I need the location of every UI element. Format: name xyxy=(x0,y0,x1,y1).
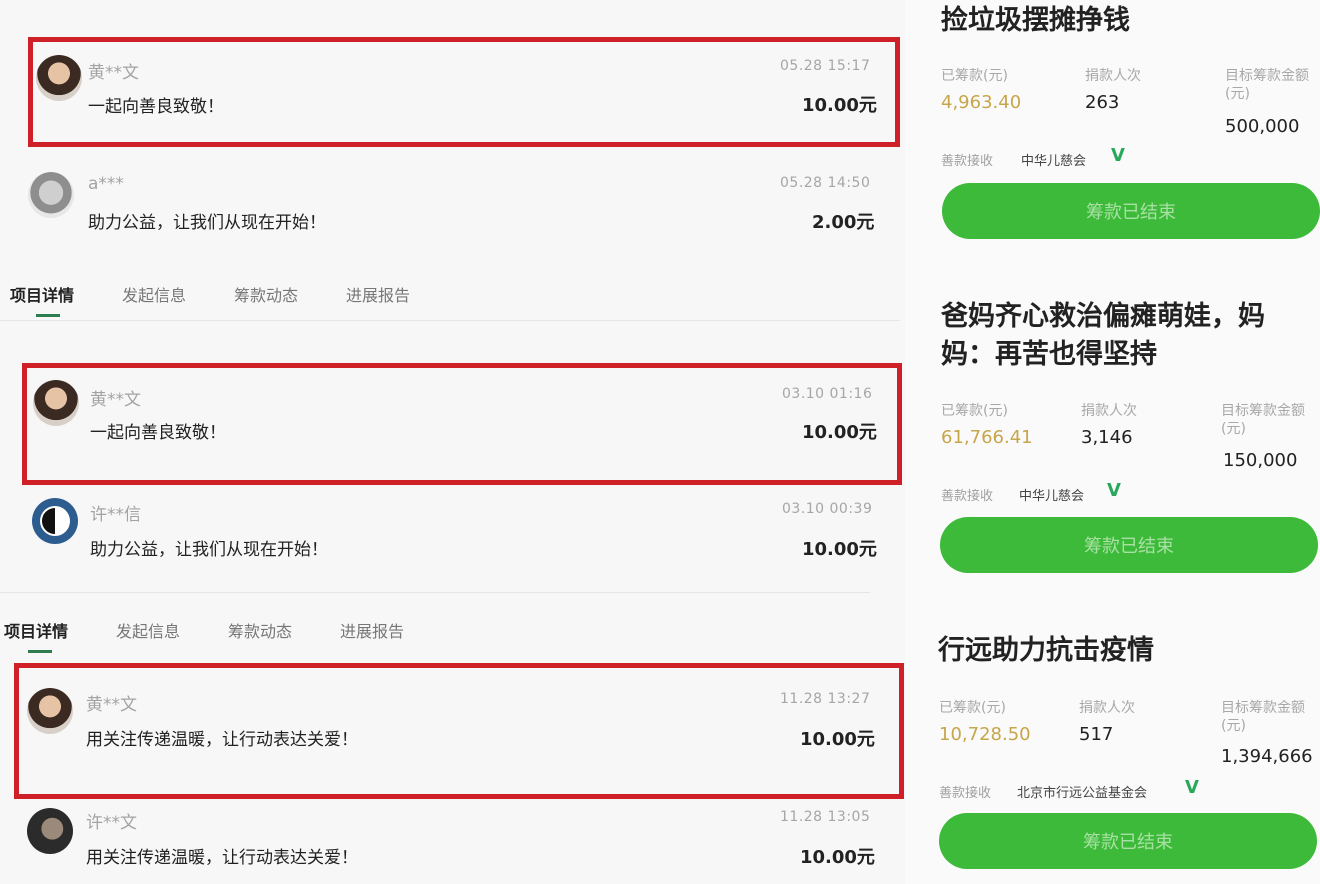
donors-label: 捐款人次 xyxy=(1081,403,1137,419)
project-title: 爸妈齐心救治偏瘫萌娃，妈妈：再苦也得坚持 xyxy=(941,301,1265,370)
donors-label: 捐款人次 xyxy=(1079,700,1135,716)
donation-message: 助力公益，让我们从现在开始！ xyxy=(90,540,328,560)
donation-amount: 2.00元 xyxy=(812,212,875,233)
active-tab-indicator xyxy=(36,314,60,317)
target-amount: 1,394,666 xyxy=(1221,746,1313,767)
donor-count: 3,146 xyxy=(1081,427,1133,448)
donation-time: 05.28 15:17 xyxy=(780,58,871,74)
fundraising-ended-button[interactable]: 筹款已结束 xyxy=(940,517,1318,573)
donor-avatar xyxy=(27,688,73,734)
project-tabs: 项目详情 发起信息 筹款动态 进展报告 xyxy=(0,280,900,320)
donors-label: 捐款人次 xyxy=(1085,68,1141,84)
donation-amount: 10.00元 xyxy=(802,422,877,443)
donation-time: 11.28 13:05 xyxy=(780,809,871,825)
donation-amount: 10.00元 xyxy=(802,95,877,116)
raised-amount: 4,963.40 xyxy=(941,92,1022,113)
target-label: 目标筹款金额(元) xyxy=(1221,403,1305,437)
donor-avatar xyxy=(33,380,79,426)
fundraising-ended-button[interactable]: 筹款已结束 xyxy=(942,183,1320,239)
raised-amount: 10,728.50 xyxy=(939,724,1031,745)
tab-initiator-info[interactable]: 发起信息 xyxy=(122,282,186,306)
tab-progress-report[interactable]: 进展报告 xyxy=(340,618,404,642)
donor-avatar xyxy=(36,55,82,101)
donor-name: 黄**文 xyxy=(88,63,139,83)
donor-name: 许**文 xyxy=(86,813,137,833)
project-tabs: 项目详情 发起信息 筹款动态 进展报告 xyxy=(0,616,900,656)
verified-icon: V xyxy=(1111,145,1125,166)
donor-name: 许**信 xyxy=(90,505,141,525)
verified-icon: V xyxy=(1185,777,1199,798)
project-title: 捡垃圾摆摊挣钱 xyxy=(941,5,1130,36)
project-title: 行远助力抗击疫情 xyxy=(938,635,1154,666)
donation-time: 03.10 00:39 xyxy=(782,501,873,517)
tab-fundraising-updates[interactable]: 筹款动态 xyxy=(234,282,298,306)
divider xyxy=(0,320,900,321)
active-tab-indicator xyxy=(28,650,52,653)
donation-message: 助力公益，让我们从现在开始！ xyxy=(88,213,326,233)
org-label: 善款接收 xyxy=(939,786,992,801)
org-name: 中华儿慈会 xyxy=(1021,154,1087,169)
raised-amount: 61,766.41 xyxy=(941,427,1033,448)
divider xyxy=(0,592,870,593)
donation-message: 一起向善良致敬！ xyxy=(88,97,224,117)
tab-progress-report[interactable]: 进展报告 xyxy=(346,282,410,306)
verified-icon: V xyxy=(1107,480,1121,501)
tab-project-details[interactable]: 项目详情 xyxy=(4,618,68,642)
donor-avatar xyxy=(32,498,78,544)
target-amount: 500,000 xyxy=(1225,116,1300,137)
org-name: 中华儿慈会 xyxy=(1019,489,1085,504)
project-cards-panel: 捡垃圾摆摊挣钱 已筹款(元) 4,963.40 捐款人次 263 目标筹款金额(… xyxy=(905,0,1320,884)
raised-label: 已筹款(元) xyxy=(939,700,1006,716)
donor-avatar xyxy=(28,172,74,218)
donation-amount: 10.00元 xyxy=(800,847,875,868)
org-name: 北京市行远公益基金会 xyxy=(1017,786,1148,801)
tab-project-details[interactable]: 项目详情 xyxy=(10,282,74,306)
donation-message: 用关注传递温暖，让行动表达关爱！ xyxy=(86,848,358,868)
raised-label: 已筹款(元) xyxy=(941,403,1008,419)
org-label: 善款接收 xyxy=(941,154,994,169)
donation-time: 03.10 01:16 xyxy=(782,386,873,402)
target-label: 目标筹款金额(元) xyxy=(1221,700,1305,734)
donation-amount: 10.00元 xyxy=(802,539,877,560)
raised-label: 已筹款(元) xyxy=(941,68,1008,84)
tab-initiator-info[interactable]: 发起信息 xyxy=(116,618,180,642)
target-amount: 150,000 xyxy=(1223,450,1298,471)
donor-name: 黄**文 xyxy=(90,390,141,410)
fundraising-ended-button[interactable]: 筹款已结束 xyxy=(939,813,1317,869)
org-label: 善款接收 xyxy=(941,489,994,504)
tab-fundraising-updates[interactable]: 筹款动态 xyxy=(228,618,292,642)
donor-count: 263 xyxy=(1085,92,1120,113)
donation-amount: 10.00元 xyxy=(800,729,875,750)
donation-time: 05.28 14:50 xyxy=(780,175,871,191)
donor-name: 黄**文 xyxy=(86,695,137,715)
target-label: 目标筹款金额(元) xyxy=(1225,68,1309,102)
donation-records-panel: 黄**文 05.28 15:17 一起向善良致敬！ 10.00元 a*** 05… xyxy=(0,0,905,884)
donor-count: 517 xyxy=(1079,724,1114,745)
donor-name: a*** xyxy=(88,174,124,194)
donation-time: 11.28 13:27 xyxy=(780,691,871,707)
donation-message: 一起向善良致敬！ xyxy=(90,423,226,443)
donor-avatar xyxy=(27,808,73,854)
donation-message: 用关注传递温暖，让行动表达关爱！ xyxy=(86,730,358,750)
